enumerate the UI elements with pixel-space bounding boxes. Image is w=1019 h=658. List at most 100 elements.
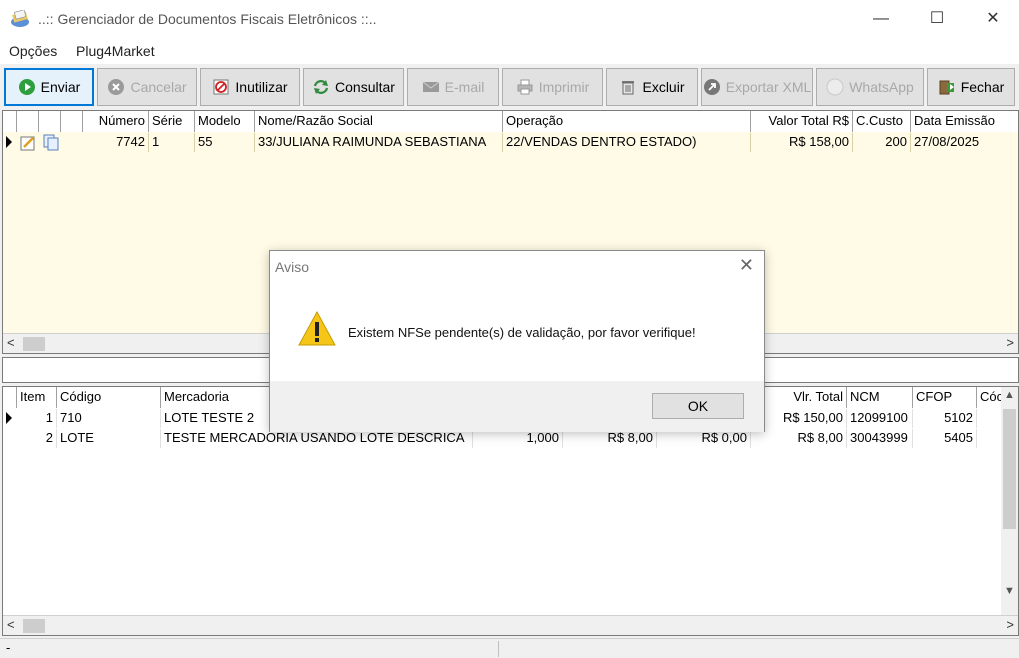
status-bar: - (0, 638, 1019, 658)
cell-numero: 7742 (83, 133, 149, 152)
copy-document-icon[interactable] (42, 134, 60, 154)
warning-dialog: Aviso ✕ Existem NFSe pendente(s) de vali… (269, 250, 765, 432)
items-hscrollbar[interactable]: < > (3, 615, 1018, 635)
col-codigo-header[interactable]: Código (57, 387, 161, 408)
cell-item: 1 (17, 409, 57, 428)
status-text: - (6, 640, 11, 655)
minimize-button[interactable]: — (858, 6, 904, 32)
cell-codigo: 710 (57, 409, 161, 428)
envelope-icon (422, 78, 440, 96)
menu-bar: Opções Plug4Market (0, 38, 1019, 64)
items-vscrollbar[interactable]: ▲ ▼ (1001, 387, 1018, 615)
scroll-up-icon[interactable]: ▲ (1004, 389, 1015, 401)
col-cod-header[interactable]: Cóc (977, 387, 1003, 408)
email-label: E-mail (444, 79, 485, 95)
cell-nome: 33/JULIANA RAIMUNDA SEBASTIANA (255, 133, 503, 152)
cancelar-label: Cancelar (130, 79, 187, 95)
scroll-thumb[interactable] (23, 619, 45, 633)
email-button[interactable]: E-mail (407, 68, 499, 106)
close-button[interactable]: ✕ (970, 6, 1016, 32)
indicator-header (3, 111, 17, 132)
fechar-button[interactable]: Fechar (927, 68, 1015, 106)
col-ncm-header[interactable]: NCM (847, 387, 913, 408)
menu-plug4market[interactable]: Plug4Market (76, 43, 155, 59)
scroll-thumb[interactable] (1003, 409, 1016, 529)
whatsapp-label: WhatsApp (849, 79, 914, 95)
imprimir-label: Imprimir (538, 79, 590, 95)
inutilizar-button[interactable]: Inutilizar (200, 68, 300, 106)
play-circle-icon (18, 78, 36, 96)
scroll-down-icon[interactable]: ▼ (1004, 585, 1015, 597)
col-modelo-header[interactable]: Modelo (195, 111, 255, 132)
dialog-title: Aviso (275, 259, 309, 275)
col-vlrtotal-header[interactable]: Vlr. Total (751, 387, 847, 408)
col-operacao-header[interactable]: Operação (503, 111, 751, 132)
cell-valor: R$ 158,00 (751, 133, 853, 152)
col-item-header[interactable]: Item (17, 387, 57, 408)
cell-ncm: 12099100 (847, 409, 913, 428)
cell-cfop: 5405 (913, 429, 977, 448)
ok-button[interactable]: OK (652, 393, 744, 419)
no-entry-icon (212, 78, 230, 96)
exportar-xml-button[interactable]: Exportar XML (701, 68, 813, 106)
indicator-header (3, 387, 17, 408)
status-separator (498, 641, 499, 657)
col-serie-header[interactable]: Série (149, 111, 195, 132)
consultar-label: Consultar (335, 79, 395, 95)
enviar-button[interactable]: Enviar (4, 68, 94, 106)
toolbar: Enviar Cancelar Inutilizar Consultar E-m… (0, 66, 1019, 108)
whatsapp-button[interactable]: WhatsApp (816, 68, 924, 106)
scroll-right-icon[interactable]: > (1006, 335, 1014, 350)
col-cfop-header[interactable]: CFOP (913, 387, 977, 408)
whatsapp-icon (826, 78, 844, 96)
row-indicator-icon (6, 136, 12, 148)
col-data-header[interactable]: Data Emissão (911, 111, 1018, 132)
cell-modelo: 55 (195, 133, 255, 152)
fechar-label: Fechar (960, 79, 1005, 95)
table-row[interactable]: 7742 1 55 33/JULIANA RAIMUNDA SEBASTIANA… (3, 133, 1018, 152)
cell-serie: 1 (149, 133, 195, 152)
app-icon (10, 9, 30, 28)
documents-grid-header: Número Série Modelo Nome/Razão Social Op… (3, 111, 1018, 132)
excluir-button[interactable]: Excluir (606, 68, 698, 106)
col-nome-header[interactable]: Nome/Razão Social (255, 111, 503, 132)
cell-codigo: LOTE (57, 429, 161, 448)
scroll-thumb[interactable] (23, 337, 45, 351)
inutilizar-label: Inutilizar (235, 79, 288, 95)
col-valor-header[interactable]: Valor Total R$ (751, 111, 853, 132)
col-ccusto-header[interactable]: C.Custo (853, 111, 911, 132)
printer-icon (516, 78, 534, 96)
dialog-footer: OK (270, 381, 764, 432)
icon-col3-header (61, 111, 83, 132)
scroll-left-icon[interactable]: < (7, 335, 15, 350)
col-numero-header[interactable]: Número (83, 111, 149, 132)
consultar-button[interactable]: Consultar (303, 68, 404, 106)
cell-data: 27/08/2025 (911, 133, 1018, 152)
imprimir-button[interactable]: Imprimir (502, 68, 603, 106)
main-window: ..:: Gerenciador de Documentos Fiscais E… (0, 0, 1019, 658)
trash-icon (619, 78, 637, 96)
excluir-label: Excluir (642, 79, 685, 95)
dialog-close-icon[interactable]: ✕ (739, 255, 754, 276)
dialog-message: Existem NFSe pendente(s) de validação, p… (348, 325, 696, 340)
cancelar-button[interactable]: Cancelar (97, 68, 197, 106)
cell-item: 2 (17, 429, 57, 448)
scroll-right-icon[interactable]: > (1006, 617, 1014, 632)
window-title: ..:: Gerenciador de Documentos Fiscais E… (38, 11, 377, 27)
export-icon (703, 78, 721, 96)
menu-opcoes[interactable]: Opções (9, 43, 57, 59)
scroll-left-icon[interactable]: < (7, 617, 15, 632)
title-bar: ..:: Gerenciador de Documentos Fiscais E… (0, 0, 1019, 38)
exit-door-icon (938, 78, 956, 96)
cell-operacao: 22/VENDAS DENTRO ESTADO) (503, 133, 751, 152)
row-indicator-icon (6, 412, 12, 424)
icon-col2-header (39, 111, 61, 132)
exportar-xml-label: Exportar XML (725, 79, 812, 95)
cancel-circle-icon (107, 78, 125, 96)
cell-ccusto: 200 (853, 133, 911, 152)
edit-document-icon[interactable] (20, 134, 38, 154)
cell-vlrtotal: R$ 8,00 (751, 429, 847, 448)
icon-col1-header (17, 111, 39, 132)
warning-icon (297, 309, 337, 349)
maximize-button[interactable]: ☐ (914, 6, 960, 32)
